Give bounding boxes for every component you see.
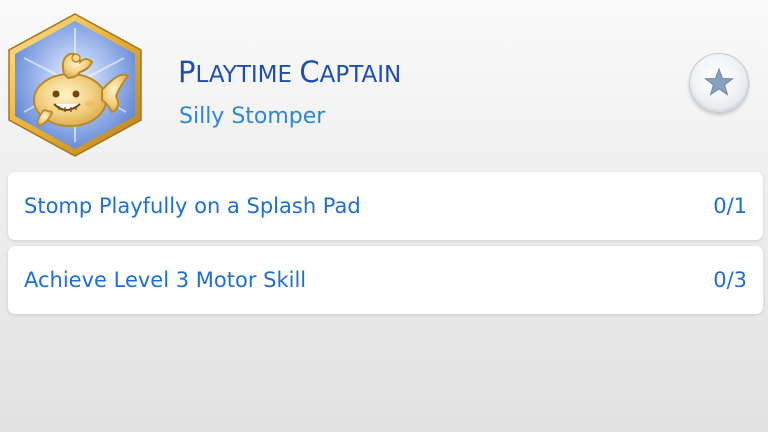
goal-row[interactable]: Stomp Playfully on a Splash Pad 0/1: [8, 172, 763, 240]
aspiration-title: PLAYTIME CAPTAIN: [178, 54, 401, 93]
star-icon: [704, 67, 734, 96]
aspiration-header: PLAYTIME CAPTAIN Silly Stomper: [0, 0, 768, 170]
favorite-star-button[interactable]: [689, 53, 749, 113]
goal-row[interactable]: Achieve Level 3 Motor Skill 0/3: [8, 246, 763, 314]
aspiration-badge: [4, 12, 146, 158]
aspiration-title-text: PLAYTIME CAPTAIN: [178, 55, 402, 89]
goal-label: Achieve Level 3 Motor Skill: [24, 268, 307, 292]
goal-list: Stomp Playfully on a Splash Pad 0/1 Achi…: [8, 172, 763, 320]
whale-toy-medal-icon: [8, 13, 142, 157]
goal-progress: 0/3: [713, 268, 747, 292]
aspiration-subtitle: Silly Stomper: [179, 104, 326, 129]
goal-progress: 0/1: [713, 194, 747, 218]
goal-label: Stomp Playfully on a Splash Pad: [24, 194, 361, 218]
